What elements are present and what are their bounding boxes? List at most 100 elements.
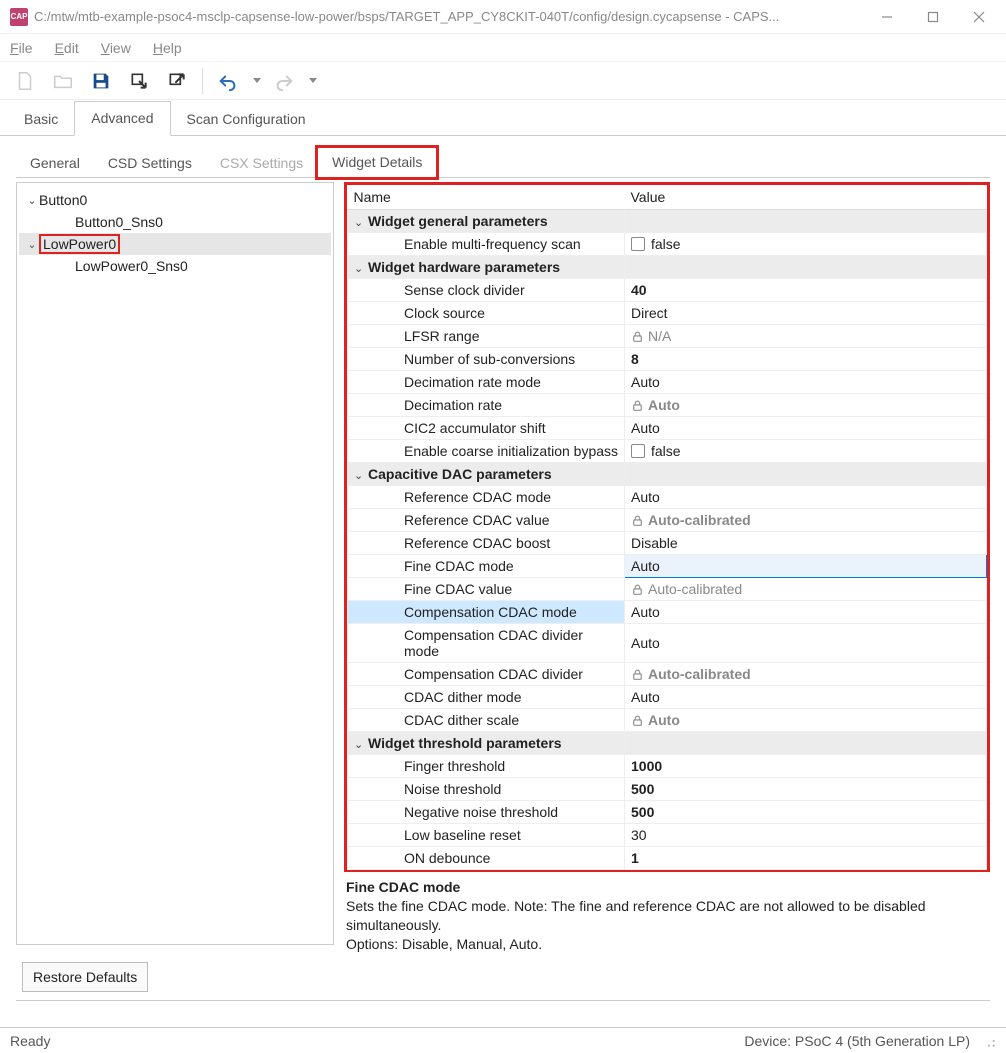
checkbox-icon[interactable] bbox=[631, 444, 645, 458]
param-row[interactable]: Decimation rate modeAuto bbox=[348, 371, 987, 394]
chevron-down-icon[interactable]: ⌄ bbox=[25, 238, 39, 251]
column-header-name[interactable]: Name bbox=[348, 185, 625, 210]
open-folder-button[interactable] bbox=[48, 66, 78, 96]
param-value[interactable]: false bbox=[625, 233, 987, 256]
tab-advanced[interactable]: Advanced bbox=[74, 101, 170, 136]
param-value[interactable]: Auto bbox=[625, 624, 987, 663]
group-row[interactable]: ⌄Capacitive DAC parameters bbox=[348, 463, 987, 486]
param-row[interactable]: Fine CDAC modeAuto bbox=[348, 555, 987, 578]
chevron-down-icon[interactable]: ⌄ bbox=[354, 216, 368, 229]
tree-node-lowpower0[interactable]: ⌄LowPower0 bbox=[19, 233, 331, 255]
subtab-csx-settings[interactable]: CSX Settings bbox=[206, 149, 317, 178]
param-row[interactable]: Finger threshold1000 bbox=[348, 755, 987, 778]
param-value[interactable]: Auto bbox=[625, 417, 987, 440]
param-value[interactable]: 500 bbox=[625, 778, 987, 801]
param-value[interactable]: 500 bbox=[625, 801, 987, 824]
redo-dropdown[interactable] bbox=[307, 72, 317, 90]
column-header-value[interactable]: Value bbox=[625, 185, 987, 210]
param-value[interactable]: Auto bbox=[625, 394, 987, 417]
param-row[interactable]: CDAC dither modeAuto bbox=[348, 686, 987, 709]
group-row[interactable]: ⌄Widget general parameters bbox=[348, 210, 987, 233]
undo-dropdown[interactable] bbox=[251, 72, 261, 90]
param-value[interactable]: Auto-calibrated bbox=[625, 663, 987, 686]
param-value[interactable]: Auto bbox=[625, 601, 987, 624]
param-row[interactable]: Reference CDAC valueAuto-calibrated bbox=[348, 509, 987, 532]
tree-node-button0_sns0[interactable]: Button0_Sns0 bbox=[19, 211, 331, 233]
param-value[interactable]: Auto bbox=[625, 371, 987, 394]
param-row[interactable]: Compensation CDAC divider modeAuto bbox=[348, 624, 987, 663]
chevron-down-icon[interactable]: ⌄ bbox=[354, 469, 368, 482]
param-value[interactable]: Auto bbox=[625, 486, 987, 509]
content-divider bbox=[16, 1000, 990, 1001]
save-button[interactable] bbox=[86, 66, 116, 96]
tab-basic[interactable]: Basic bbox=[8, 103, 74, 136]
param-value[interactable]: Disable bbox=[625, 532, 987, 555]
chevron-down-icon[interactable]: ⌄ bbox=[25, 194, 39, 207]
subtab-general[interactable]: General bbox=[16, 149, 94, 178]
widget-tree[interactable]: ⌄Button0Button0_Sns0⌄LowPower0LowPower0_… bbox=[16, 182, 334, 945]
parameter-table[interactable]: Name Value ⌄Widget general parametersEna… bbox=[347, 185, 987, 870]
description-title: Fine CDAC mode bbox=[346, 878, 988, 897]
chevron-down-icon[interactable]: ⌄ bbox=[354, 262, 368, 275]
app-icon: CAP bbox=[10, 8, 28, 26]
param-value[interactable]: Auto-calibrated bbox=[625, 578, 987, 601]
param-row[interactable]: Negative noise threshold500 bbox=[348, 801, 987, 824]
param-value[interactable]: Auto bbox=[625, 686, 987, 709]
param-row[interactable]: Number of sub-conversions8 bbox=[348, 348, 987, 371]
param-value[interactable]: Auto bbox=[625, 709, 987, 732]
maximize-button[interactable] bbox=[910, 1, 956, 33]
param-row[interactable]: Low baseline reset30 bbox=[348, 824, 987, 847]
param-name: Compensation CDAC mode bbox=[348, 601, 625, 624]
param-row[interactable]: Reference CDAC boostDisable bbox=[348, 532, 987, 555]
param-row[interactable]: Noise threshold500 bbox=[348, 778, 987, 801]
tab-scan-configuration[interactable]: Scan Configuration bbox=[171, 103, 322, 136]
param-value[interactable]: 30 bbox=[625, 824, 987, 847]
param-row[interactable]: CIC2 accumulator shiftAuto bbox=[348, 417, 987, 440]
param-value[interactable]: Auto bbox=[625, 555, 987, 578]
restore-defaults-button[interactable]: Restore Defaults bbox=[22, 962, 148, 992]
param-value[interactable]: 8 bbox=[625, 348, 987, 371]
param-row[interactable]: Reference CDAC modeAuto bbox=[348, 486, 987, 509]
param-value[interactable]: 40 bbox=[625, 279, 987, 302]
param-row[interactable]: LFSR rangeN/A bbox=[348, 325, 987, 348]
checkbox-icon[interactable] bbox=[631, 237, 645, 251]
resize-grip-icon[interactable] bbox=[982, 1034, 996, 1048]
param-name: Fine CDAC value bbox=[348, 578, 625, 601]
param-row[interactable]: Enable multi-frequency scanfalse bbox=[348, 233, 987, 256]
chevron-down-icon[interactable]: ⌄ bbox=[354, 738, 368, 751]
param-row[interactable]: Enable coarse initialization bypassfalse bbox=[348, 440, 987, 463]
group-row[interactable]: ⌄Widget hardware parameters bbox=[348, 256, 987, 279]
param-row[interactable]: Fine CDAC valueAuto-calibrated bbox=[348, 578, 987, 601]
param-value[interactable]: Auto-calibrated bbox=[625, 509, 987, 532]
param-value[interactable]: 1 bbox=[625, 847, 987, 870]
param-value[interactable]: Direct bbox=[625, 302, 987, 325]
param-row[interactable]: CDAC dither scaleAuto bbox=[348, 709, 987, 732]
minimize-button[interactable] bbox=[864, 1, 910, 33]
group-row[interactable]: ⌄Widget threshold parameters bbox=[348, 732, 987, 755]
param-row[interactable]: Compensation CDAC dividerAuto-calibrated bbox=[348, 663, 987, 686]
param-row[interactable]: Compensation CDAC modeAuto bbox=[348, 601, 987, 624]
param-row[interactable]: Sense clock divider40 bbox=[348, 279, 987, 302]
param-row[interactable]: Decimation rateAuto bbox=[348, 394, 987, 417]
param-value[interactable]: N/A bbox=[625, 325, 987, 348]
new-file-button[interactable] bbox=[10, 66, 40, 96]
export-button[interactable] bbox=[162, 66, 192, 96]
param-name: Enable multi-frequency scan bbox=[348, 233, 625, 256]
param-value[interactable]: false bbox=[625, 440, 987, 463]
undo-button[interactable] bbox=[213, 66, 243, 96]
redo-button[interactable] bbox=[269, 66, 299, 96]
menu-file[interactable]: File bbox=[10, 40, 33, 56]
menu-edit[interactable]: Edit bbox=[55, 40, 79, 56]
tree-node-lowpower0_sns0[interactable]: LowPower0_Sns0 bbox=[19, 255, 331, 277]
import-button[interactable] bbox=[124, 66, 154, 96]
param-row[interactable]: ON debounce1 bbox=[348, 847, 987, 870]
subtab-widget-details[interactable]: Widget Details bbox=[317, 147, 437, 178]
tree-node-button0[interactable]: ⌄Button0 bbox=[19, 189, 331, 211]
param-value[interactable]: 1000 bbox=[625, 755, 987, 778]
subtab-csd-settings[interactable]: CSD Settings bbox=[94, 149, 206, 178]
close-button[interactable] bbox=[956, 1, 1002, 33]
menu-view[interactable]: View bbox=[101, 40, 131, 56]
param-row[interactable]: Clock sourceDirect bbox=[348, 302, 987, 325]
menu-help[interactable]: Help bbox=[153, 40, 182, 56]
menubar: File Edit View Help bbox=[0, 34, 1006, 62]
